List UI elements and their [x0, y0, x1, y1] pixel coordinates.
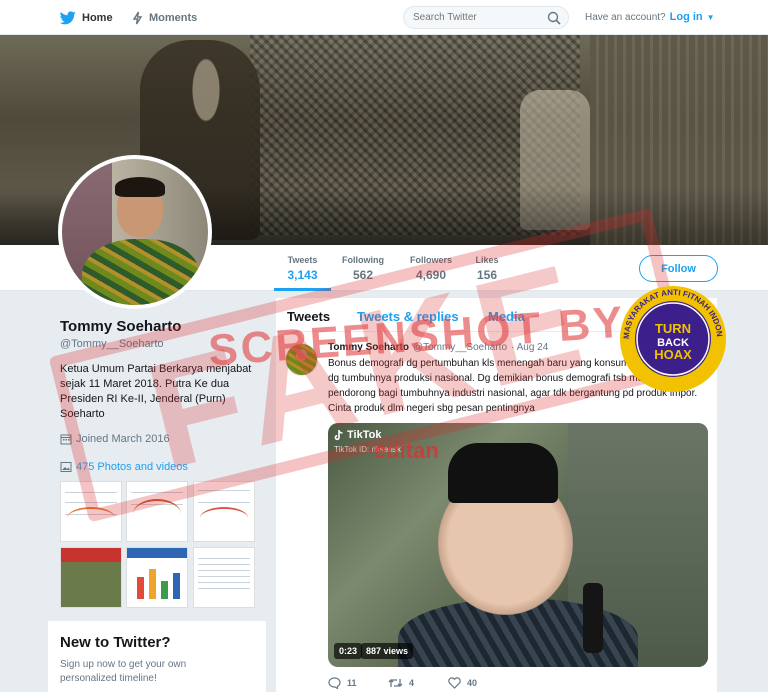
lightning-icon	[132, 11, 143, 24]
reply-icon	[328, 677, 341, 689]
avatar-hair	[115, 177, 165, 197]
profile-bio: Ketua Umum Partai Berkarya menjabat seja…	[60, 363, 252, 420]
account-prompt: Have an account?	[585, 11, 666, 23]
retweet-icon	[388, 679, 403, 687]
profile-card: Tommy Soeharto @Tommy__Soeharto Ketua Um…	[60, 318, 260, 422]
photo-thumbnail[interactable]	[126, 481, 188, 542]
profile-handle[interactable]: @Tommy__Soeharto	[60, 338, 260, 350]
photo-thumbnail-grid	[60, 481, 256, 609]
timeline-tabs: Tweets Tweets & replies Media	[276, 298, 717, 332]
nav-home[interactable]: Home	[60, 0, 113, 35]
tweet-avatar[interactable]	[285, 343, 318, 376]
profile-avatar[interactable]	[58, 155, 212, 309]
stat-value: 3,143	[287, 268, 318, 282]
stat-label: Tweets	[287, 255, 318, 265]
stat-label: Following	[342, 255, 384, 265]
profile-name[interactable]: Tommy Soeharto	[60, 318, 260, 335]
tab-tweets-replies[interactable]: Tweets & replies	[357, 309, 459, 324]
photos-link[interactable]: 475 Photos and videos	[60, 461, 188, 473]
like-count: 40	[467, 678, 478, 688]
joined-date: Joined March 2016	[60, 433, 170, 445]
tiktok-watermark: TikTok	[334, 429, 381, 441]
search-box[interactable]	[403, 6, 569, 29]
heart-icon	[448, 677, 461, 689]
stat-value: 562	[352, 268, 374, 282]
tab-tweets[interactable]: Tweets	[287, 309, 330, 324]
video-duration: 0:23	[334, 643, 363, 659]
twitter-bird-icon	[60, 10, 76, 24]
stat-followers[interactable]: Followers 4,690	[404, 245, 458, 291]
tiktok-id: TikTok ID: riksarisk	[334, 445, 401, 454]
reply-action[interactable]: 11	[328, 677, 388, 689]
image-icon	[60, 462, 72, 472]
account-area: Have an account? Log in ▼	[585, 11, 715, 23]
like-action[interactable]: 40	[448, 677, 508, 689]
photo-thumbnail[interactable]	[60, 481, 122, 542]
avatar-body	[82, 239, 200, 305]
photos-label[interactable]: 475 Photos and videos	[76, 461, 188, 473]
login-link[interactable]: Log in	[670, 11, 703, 23]
nav-moments[interactable]: Moments	[132, 0, 197, 35]
stat-tweets[interactable]: Tweets 3,143	[274, 245, 331, 291]
stat-label: Followers	[409, 255, 452, 265]
stat-likes[interactable]: Likes 156	[472, 245, 502, 291]
calendar-icon	[60, 434, 72, 445]
reply-count: 11	[347, 678, 357, 688]
tweet-author-name[interactable]: Tommy Soeharto	[328, 342, 409, 353]
tweet-date[interactable]: · Aug 24	[511, 342, 548, 353]
top-navbar: Home Moments Have an account? Log in ▼	[0, 0, 768, 35]
search-icon[interactable]	[547, 11, 561, 25]
tweet-header: Tommy Soeharto @Tommy__Soeharto · Aug 24	[328, 342, 548, 353]
joined-label: Joined March 2016	[76, 433, 170, 445]
nav-moments-label: Moments	[149, 11, 198, 24]
follow-button[interactable]: Follow	[639, 255, 718, 282]
photo-thumbnail[interactable]	[60, 547, 122, 608]
tab-media[interactable]: Media	[488, 309, 525, 324]
search-input[interactable]	[413, 12, 543, 23]
new-to-twitter-card: New to Twitter? Sign up now to get your …	[48, 621, 266, 692]
photo-thumbnail[interactable]	[193, 547, 255, 608]
chevron-down-icon[interactable]: ▼	[707, 13, 715, 22]
tiktok-brand: TikTok	[347, 429, 382, 441]
photo-thumbnail[interactable]	[193, 481, 255, 542]
stat-label: Likes	[475, 255, 499, 265]
photo-thumbnail[interactable]	[126, 547, 188, 608]
video-views: 887 views	[361, 643, 414, 659]
tweet-actions: 11 4 40	[328, 677, 708, 689]
tweet-video[interactable]: TikTok TikTok ID: riksarisk 0:23 887 vie…	[328, 423, 708, 667]
stat-following[interactable]: Following 562	[338, 245, 388, 291]
video-person-hat	[448, 443, 558, 503]
retweet-action[interactable]: 4	[388, 677, 448, 689]
new-to-twitter-subtitle: Sign up now to get your own personalized…	[60, 659, 187, 684]
tweet-author-handle[interactable]: @Tommy__Soeharto	[413, 342, 507, 353]
new-to-twitter-title: New to Twitter?	[60, 634, 171, 651]
video-microphone	[583, 583, 603, 653]
tweet-text: Bonus demografi dg pertumbuhan kls menen…	[328, 358, 698, 414]
stat-value: 156	[476, 268, 498, 282]
stat-value: 4,690	[415, 268, 447, 282]
nav-home-label: Home	[82, 11, 113, 24]
video-person-face	[438, 495, 573, 615]
retweet-count: 4	[409, 678, 415, 688]
chevron-down-icon[interactable]	[697, 341, 707, 351]
tiktok-icon	[334, 429, 343, 440]
timeline: Tweets Tweets & replies Media Tommy Soeh…	[276, 298, 717, 692]
